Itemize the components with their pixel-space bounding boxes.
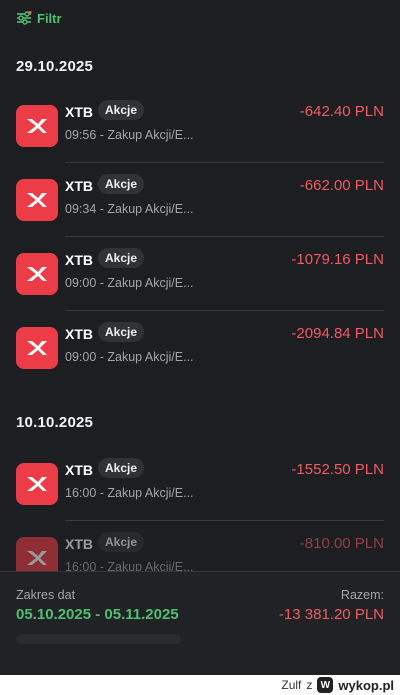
merchant-name: XTB <box>65 326 93 342</box>
transaction-row[interactable]: XTB Akcje 09:00 - Zakup Akcji/E... -1079… <box>0 243 400 305</box>
transaction-description: 09:00 - Zakup Akcji/E... <box>65 350 194 364</box>
transaction-row[interactable]: XTB Akcje 16:00 - Zakup Akcji/E... -1552… <box>0 453 400 515</box>
merchant-name: XTB <box>65 104 93 120</box>
date-header: 10.10.2025 <box>16 414 94 431</box>
xtb-logo-icon <box>16 179 58 221</box>
transaction-description: 09:56 - Zakup Akcji/E... <box>65 128 194 142</box>
credit-author: Zulf <box>281 678 302 692</box>
transaction-row[interactable]: XTB Akcje 09:56 - Zakup Akcji/E... -642.… <box>0 95 400 157</box>
sliders-icon <box>16 11 32 25</box>
merchant-name: XTB <box>65 178 93 194</box>
xtb-logo-icon <box>16 327 58 369</box>
divider <box>65 236 384 237</box>
transaction-row[interactable]: XTB Akcje 09:34 - Zakup Akcji/E... -662.… <box>0 169 400 231</box>
transaction-amount: -810.00 PLN <box>299 535 384 552</box>
divider <box>65 162 384 163</box>
placeholder-bar <box>16 634 181 644</box>
site-name: wykop.pl <box>338 677 394 693</box>
xtb-logo-icon <box>16 253 58 295</box>
transaction-description: 09:00 - Zakup Akcji/E... <box>65 276 194 290</box>
transaction-amount: -642.40 PLN <box>299 103 384 120</box>
xtb-logo-icon <box>16 105 58 147</box>
merchant-name: XTB <box>65 462 93 478</box>
transaction-amount: -2094.84 PLN <box>291 325 384 342</box>
category-badge: Akcje <box>98 248 145 268</box>
credit-separator: z <box>306 678 313 692</box>
filter-button[interactable]: Filtr <box>16 8 62 28</box>
filter-label: Filtr <box>37 10 62 26</box>
date-range-value[interactable]: 05.10.2025 - 05.11.2025 <box>16 606 179 623</box>
watermark-footer: Zulf z W wykop.pl <box>0 675 400 695</box>
date-header: 29.10.2025 <box>16 58 94 75</box>
category-badge: Akcje <box>98 100 145 120</box>
transaction-description: 16:00 - Zakup Akcji/E... <box>65 486 194 500</box>
transaction-amount: -1079.16 PLN <box>291 251 384 268</box>
date-range-label: Zakres dat <box>16 588 76 602</box>
xtb-logo-icon <box>16 463 58 505</box>
merchant-name: XTB <box>65 536 93 552</box>
total-label: Razem: <box>340 588 384 602</box>
category-badge: Akcje <box>98 458 145 478</box>
transaction-amount: -662.00 PLN <box>299 177 384 194</box>
wykop-logo-icon: W <box>317 677 334 693</box>
divider <box>65 520 384 521</box>
total-value: -13 381.20 PLN <box>278 606 384 623</box>
transaction-row[interactable]: XTB Akcje 09:00 - Zakup Akcji/E... -2094… <box>0 317 400 379</box>
summary-panel: Zakres dat Razem: 05.10.2025 - 05.11.202… <box>0 571 400 675</box>
transaction-amount: -1552.50 PLN <box>291 461 384 478</box>
category-badge: Akcje <box>98 322 145 342</box>
divider <box>65 310 384 311</box>
merchant-name: XTB <box>65 252 93 268</box>
category-badge: Akcje <box>98 174 145 194</box>
app-screen: Filtr 29.10.2025 XTB Akcje 09:56 - Zakup… <box>0 0 400 675</box>
category-badge: Akcje <box>98 532 145 552</box>
transaction-description: 09:34 - Zakup Akcji/E... <box>65 202 194 216</box>
